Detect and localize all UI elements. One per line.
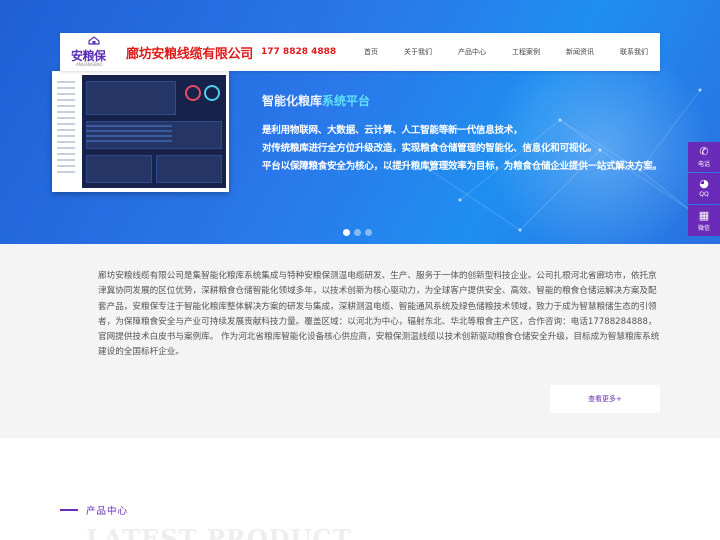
view-more-button[interactable]: 查看更多+: [550, 385, 660, 413]
qq-icon: ◕: [699, 177, 709, 190]
nav-home[interactable]: 首页: [364, 47, 378, 57]
mockup-screen: [82, 75, 226, 188]
brand-subtitle: ANLIANGBAO: [76, 62, 103, 67]
section-title: 产品中心: [86, 506, 129, 517]
company-name: 廊坊安粮线缆有限公司: [126, 46, 254, 62]
house-icon: [88, 36, 100, 45]
site-header: 安粮保 ANLIANGBAO 廊坊安粮线缆有限公司 177 8828 4888 …: [60, 33, 660, 71]
header-phone: 177 8828 4888: [261, 47, 337, 57]
about-section: 廊坊安粮线缆有限公司是集智能化粮库系统集成与特种安粮保测温电缆研发、生产、服务于…: [0, 244, 720, 438]
qrcode-icon: ▦: [698, 209, 710, 222]
float-label: QQ: [699, 191, 709, 198]
main-nav: 首页 关于我们 产品中心 工程案例 新闻资讯 联系我们: [338, 47, 648, 57]
section-accent-line: [60, 509, 78, 511]
nav-cases[interactable]: 工程案例: [512, 47, 540, 57]
mockup-sidebar: [55, 77, 79, 187]
section-subtitle: LATEST PRODUCT: [86, 524, 352, 540]
float-wechat[interactable]: ▦ 微信: [688, 205, 720, 236]
slider-dot[interactable]: [365, 229, 372, 236]
hero-line-2: 对传统粮库进行全方位升级改造，实现粮食仓储管理的智能化、信息化和可视化。: [262, 143, 597, 154]
dashboard-mockup-image: [52, 71, 229, 192]
float-label: 电话: [697, 161, 710, 168]
nav-contact[interactable]: 联系我们: [620, 47, 648, 57]
slider-dot[interactable]: [343, 229, 350, 236]
float-label: 微信: [697, 225, 710, 232]
nav-products[interactable]: 产品中心: [458, 47, 486, 57]
slider-dots: [343, 229, 376, 236]
float-qq[interactable]: ◕ QQ: [688, 173, 720, 204]
nav-news[interactable]: 新闻资讯: [566, 47, 594, 57]
hero-line-1: 是利用物联网、大数据、云计算、人工智能等新一代信息技术，: [262, 125, 523, 136]
float-phone[interactable]: ✆ 电话: [688, 142, 720, 172]
phone-icon: ✆: [699, 145, 709, 158]
hero-title: 智能化粮库系统平台: [262, 94, 371, 108]
slider-dot[interactable]: [354, 229, 361, 236]
about-text: 廊坊安粮线缆有限公司是集智能化粮库系统集成与特种安粮保测温电缆研发、生产、服务于…: [98, 271, 660, 358]
site-logo[interactable]: 安粮保 ANLIANGBAO: [68, 35, 124, 69]
hero-line-3: 平台以保障粮食安全为核心，以提升粮库管理效率为目标，为粮食仓储企业提供一站式解决…: [262, 161, 662, 172]
nav-about[interactable]: 关于我们: [404, 47, 432, 57]
